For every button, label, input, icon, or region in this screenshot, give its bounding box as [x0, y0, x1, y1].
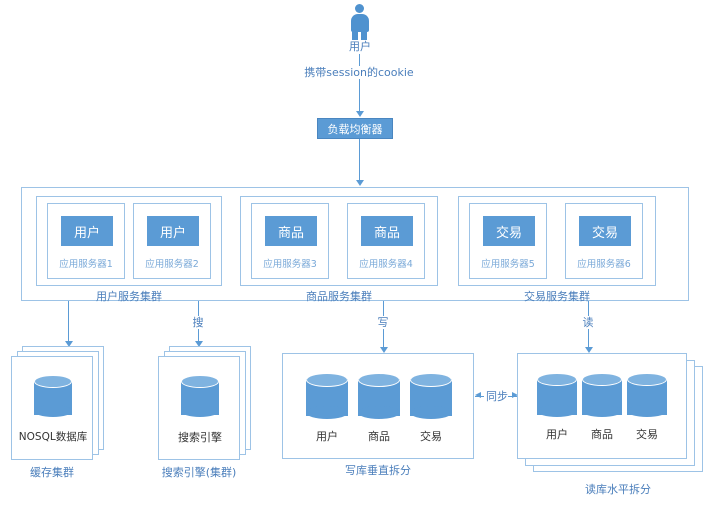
read-edge-label: 读: [576, 316, 600, 329]
app-group-trade-caption: 交易服务集群: [524, 290, 590, 303]
sync-label: 同步: [484, 390, 510, 403]
server-chip-2-label: 用户: [159, 225, 186, 241]
user-to-lb-arrow: [356, 111, 364, 117]
server-name-5: 应用服务器5: [481, 259, 535, 270]
user-label: 用户: [349, 40, 371, 53]
server-chip-2: 用户: [147, 216, 199, 246]
write-db-label-3: 交易: [420, 430, 442, 443]
server-card-3[interactable]: 商品 应用服务器3: [251, 203, 329, 279]
server-chip-3: 商品: [265, 216, 317, 246]
server-card-5[interactable]: 交易 应用服务器5: [469, 203, 547, 279]
write-db-label-1: 用户: [316, 430, 338, 443]
server-card-2[interactable]: 用户 应用服务器2: [133, 203, 211, 279]
apptier-to-cache-line: [68, 301, 69, 345]
read-db-cylinder-2: [582, 373, 622, 421]
write-edge-label: 写: [371, 316, 395, 329]
app-group-product-caption: 商品服务集群: [306, 290, 372, 303]
read-db-cylinder-3: [627, 373, 667, 421]
architecture-diagram: 用户 携带session的cookie 负载均衡器 用户 应用服务器1 用户 应…: [0, 0, 712, 512]
app-group-user-caption: 用户服务集群: [96, 290, 162, 303]
cache-db-cylinder: [34, 375, 72, 421]
server-name-2: 应用服务器2: [145, 259, 199, 270]
server-name-1: 应用服务器1: [59, 259, 113, 270]
server-chip-4: 商品: [361, 216, 413, 246]
server-chip-5-label: 交易: [495, 225, 522, 241]
read-cluster-box[interactable]: 用户 商品 交易: [517, 353, 687, 459]
cache-cluster-caption: 缓存集群: [30, 466, 74, 479]
server-chip-4-label: 商品: [373, 225, 400, 241]
write-db-label-2: 商品: [368, 430, 390, 443]
server-card-1[interactable]: 用户 应用服务器1: [47, 203, 125, 279]
server-chip-6-label: 交易: [591, 225, 618, 241]
search-db-cylinder: [181, 375, 219, 421]
cache-card[interactable]: NOSQL数据库: [11, 356, 93, 460]
server-chip-3-label: 商品: [277, 225, 304, 241]
server-name-3: 应用服务器3: [263, 259, 317, 270]
server-card-4[interactable]: 商品 应用服务器4: [347, 203, 425, 279]
server-name-4: 应用服务器4: [359, 259, 413, 270]
server-chip-6: 交易: [579, 216, 631, 246]
read-db-cylinder-1: [537, 373, 577, 421]
lb-to-apptier-arrow: [356, 180, 364, 186]
search-edge-label: 搜: [186, 316, 210, 329]
server-name-6: 应用服务器6: [577, 259, 631, 270]
load-balancer-box[interactable]: 负载均衡器: [317, 118, 393, 139]
write-db-cylinder-2: [358, 373, 400, 423]
person-icon: [348, 4, 372, 40]
server-chip-1: 用户: [61, 216, 113, 246]
search-card[interactable]: 搜索引擎: [158, 356, 240, 460]
search-cluster-caption: 搜索引擎(集群): [161, 466, 237, 479]
search-db-label: 搜索引擎: [178, 431, 222, 444]
server-card-6[interactable]: 交易 应用服务器6: [565, 203, 643, 279]
write-db-cylinder-3: [410, 373, 452, 423]
lb-to-apptier-line: [359, 139, 360, 181]
user-to-lb-line: [359, 54, 360, 112]
server-chip-1-label: 用户: [73, 225, 100, 241]
write-db-cylinder-1: [306, 373, 348, 423]
load-balancer-label: 负载均衡器: [327, 122, 383, 136]
server-chip-5: 交易: [483, 216, 535, 246]
read-cluster-caption: 读库水平拆分: [585, 483, 651, 496]
read-db-label-3: 交易: [636, 428, 658, 441]
write-cluster-box[interactable]: 用户 商品 交易: [282, 353, 474, 459]
session-cookie-label: 携带session的cookie: [299, 66, 419, 79]
write-cluster-caption: 写库垂直拆分: [345, 464, 411, 477]
cache-db-label: NOSQL数据库: [18, 431, 88, 443]
sync-arrow-left: [475, 392, 481, 398]
